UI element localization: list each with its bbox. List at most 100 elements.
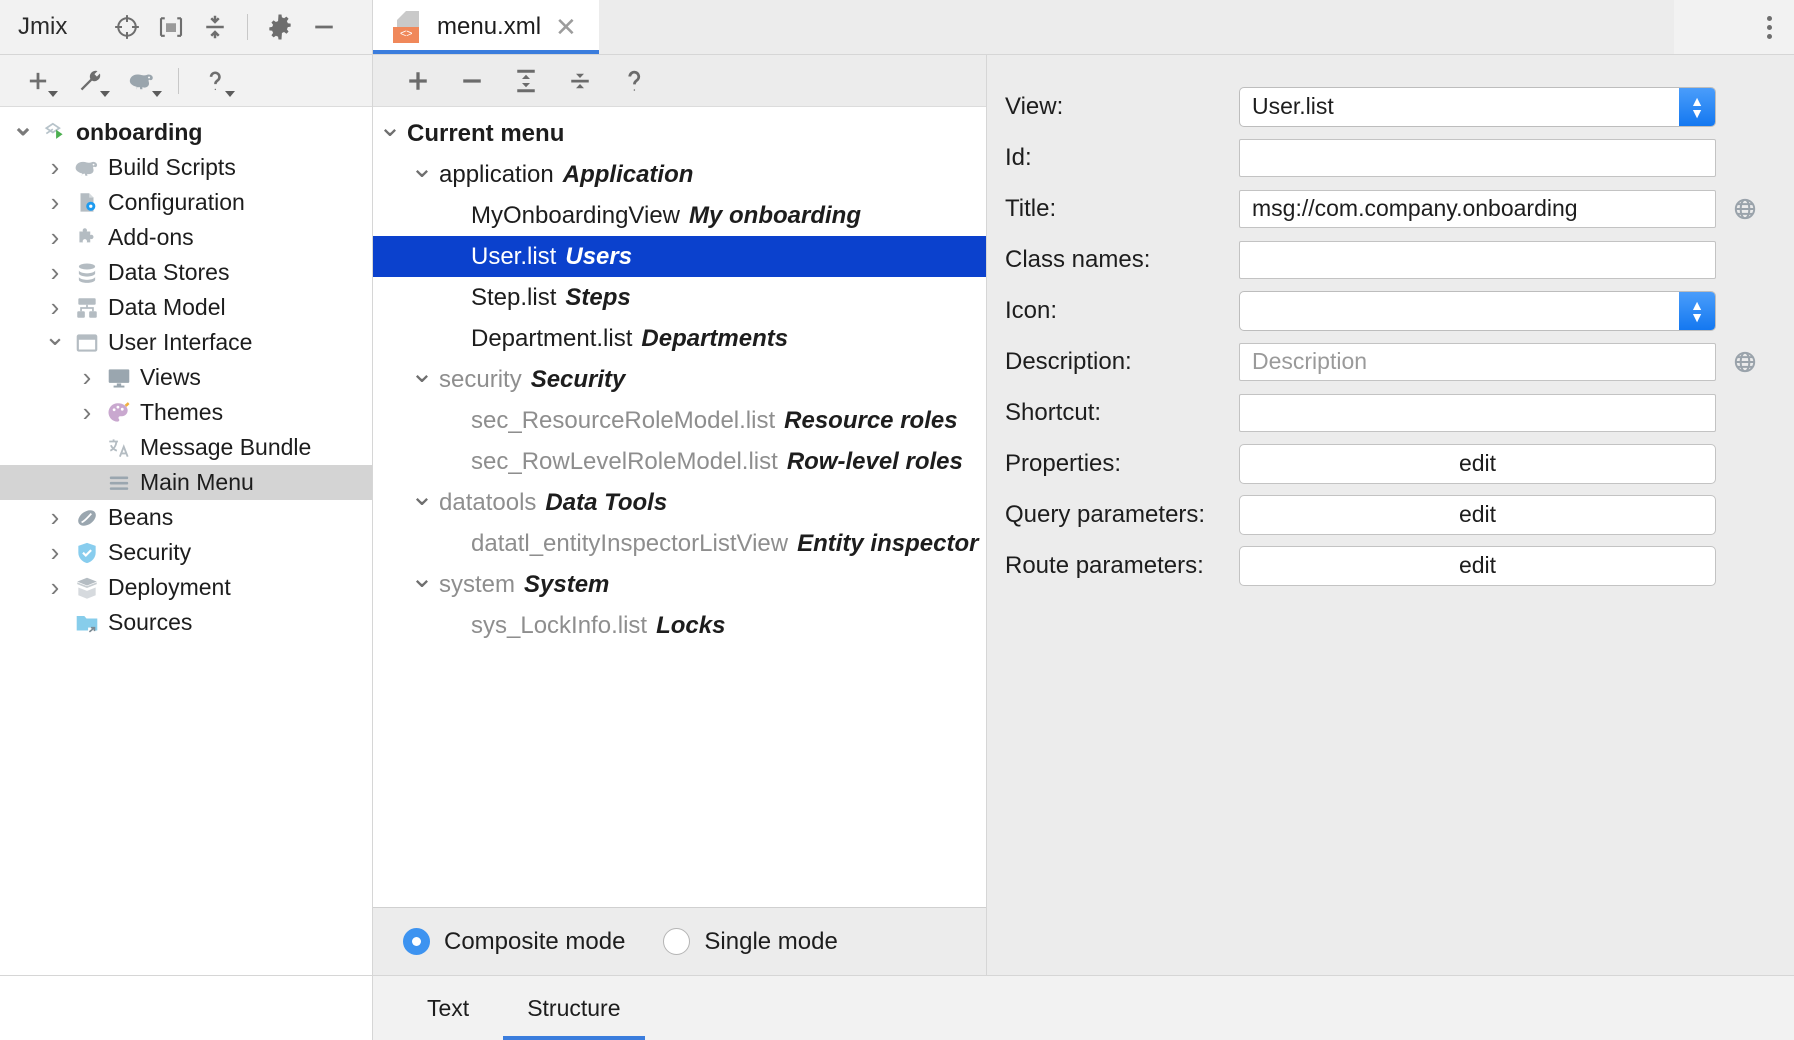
chevron-down-icon[interactable] <box>48 90 58 97</box>
project-tree[interactable]: onboarding Build Scripts Configuration Add-… <box>0 107 372 975</box>
menu-tree-item-sec-resourcerolemodel-list[interactable]: sec_ResourceRoleModel.list Resource roles <box>373 400 986 441</box>
shortcut-input[interactable] <box>1239 393 1716 432</box>
globe-icon[interactable] <box>1726 196 1764 222</box>
tab-menu-xml[interactable]: <> menu.xml ✕ <box>373 0 599 54</box>
chevron-right-icon[interactable] <box>72 397 102 428</box>
bottom-tab-text[interactable]: Text <box>403 976 493 1040</box>
gradle-elephant-icon[interactable] <box>116 57 168 105</box>
menu-tree-item-sys-lockinfo-list[interactable]: sys_LockInfo.list Locks <box>373 605 986 646</box>
wrench-icon[interactable] <box>64 57 116 105</box>
project-tree-item-security[interactable]: Security <box>0 535 372 570</box>
package-icon <box>70 575 104 601</box>
tab-title: menu.xml <box>437 13 542 40</box>
chevron-right-icon[interactable] <box>40 152 70 183</box>
project-tree-item-sources[interactable]: Sources <box>0 605 372 640</box>
chevron-down-icon[interactable] <box>100 90 110 97</box>
icon-combo[interactable]: ▲ ▼ <box>1239 290 1716 331</box>
project-tree-item-beans[interactable]: Beans <box>0 500 372 535</box>
chevron-down-icon[interactable] <box>405 568 439 601</box>
chevron-down-icon[interactable] <box>373 117 407 150</box>
project-tree-item-onboarding[interactable]: onboarding <box>0 115 372 150</box>
chevron-down-icon[interactable] <box>8 117 38 148</box>
expand-all-icon[interactable] <box>499 58 553 104</box>
project-tree-item-add-ons[interactable]: Add-ons <box>0 220 372 255</box>
radio-indicator-single[interactable] <box>663 928 691 955</box>
menu-item-caption: Data Tools <box>545 488 668 516</box>
menu-tree-item-application[interactable]: application Application <box>373 154 986 195</box>
menu-tree-item-step-list[interactable]: Step.list Steps <box>373 277 986 318</box>
chevron-right-icon[interactable] <box>40 537 70 568</box>
project-tree-item-data-model[interactable]: Data Model <box>0 290 372 325</box>
add-icon[interactable] <box>12 57 64 105</box>
menu-tree-item-security[interactable]: security Security <box>373 359 986 400</box>
menu-tree-item-system[interactable]: system System <box>373 564 986 605</box>
project-tree-item-configuration[interactable]: Configuration <box>0 185 372 220</box>
chevron-right-icon[interactable] <box>40 572 70 603</box>
query-parameters-edit-button[interactable]: edit <box>1239 494 1716 535</box>
title-input[interactable]: msg://com.company.onboarding <box>1239 189 1716 228</box>
chevron-down-icon[interactable] <box>152 90 162 97</box>
chevron-updown-icon[interactable]: ▲ ▼ <box>1679 87 1715 126</box>
chevron-down-icon[interactable] <box>405 486 439 519</box>
menu-tree-item-user-list[interactable]: User.list Users <box>373 236 986 277</box>
label-icon: Icon: <box>1005 296 1058 324</box>
menu-tree-item-sec-rowlevelrolemodel-list[interactable]: sec_RowLevelRoleModel.list Row-level role… <box>373 441 986 482</box>
folder-bracket-icon[interactable] <box>149 5 193 49</box>
gear-icon[interactable] <box>258 5 302 49</box>
target-icon[interactable] <box>105 5 149 49</box>
remove-icon[interactable] <box>445 58 499 104</box>
bottom-tab-list[interactable]: Text Structure <box>373 976 645 1040</box>
id-input[interactable] <box>1239 138 1716 177</box>
field-row-shortcut: Shortcut: <box>1005 387 1764 438</box>
properties-edit-button[interactable]: edit <box>1239 443 1716 484</box>
project-tree-item-user-interface[interactable]: User Interface <box>0 325 372 360</box>
close-icon[interactable]: ✕ <box>555 14 577 40</box>
icon-combo-value <box>1240 292 1679 330</box>
more-options-icon[interactable] <box>1767 15 1772 39</box>
chevron-down-icon[interactable] <box>225 90 235 97</box>
minimize-icon[interactable] <box>302 5 346 49</box>
menu-tree[interactable]: Current menu application Application MyOnbo… <box>373 107 986 907</box>
add-icon[interactable] <box>391 58 445 104</box>
project-tree-item-deployment[interactable]: Deployment <box>0 570 372 605</box>
project-tree-item-build-scripts[interactable]: Build Scripts <box>0 150 372 185</box>
view-combo[interactable]: User.list ▲ ▼ <box>1239 86 1716 127</box>
help-icon[interactable] <box>189 57 241 105</box>
chevron-down-icon[interactable] <box>405 158 439 191</box>
radio-composite-mode[interactable]: Composite mode <box>403 928 625 956</box>
chevron-right-icon[interactable] <box>40 502 70 533</box>
menu-tree-item-myonboardingview[interactable]: MyOnboardingView My onboarding <box>373 195 986 236</box>
field-row-class-names: Class names: <box>1005 234 1764 285</box>
chevron-right-icon[interactable] <box>72 362 102 393</box>
chevron-updown-icon[interactable]: ▲ ▼ <box>1679 291 1715 330</box>
project-tree-item-themes[interactable]: Themes <box>0 395 372 430</box>
help-icon[interactable] <box>607 58 661 104</box>
configuration-icon <box>70 190 104 216</box>
menu-tree-item-datatools[interactable]: datatools Data Tools <box>373 482 986 523</box>
radio-single-mode[interactable]: Single mode <box>663 928 838 956</box>
menu-tree-item-datatl-entityinspectorlistview[interactable]: datatl_entityInspectorListView Entity ins… <box>373 523 986 564</box>
collapse-all-icon[interactable] <box>193 5 237 49</box>
menu-tree-item-department-list[interactable]: Department.list Departments <box>373 318 986 359</box>
chevron-down-icon[interactable] <box>405 363 439 396</box>
radio-indicator-composite[interactable] <box>403 928 430 955</box>
menu-tree-item-current-menu[interactable]: Current menu <box>373 113 986 154</box>
project-tree-item-data-stores[interactable]: Data Stores <box>0 255 372 290</box>
menu-item-caption: Security <box>530 365 626 393</box>
chevron-right-icon[interactable] <box>40 222 70 253</box>
collapse-all-icon[interactable] <box>553 58 607 104</box>
radio-label-composite: Composite mode <box>444 927 626 955</box>
chevron-right-icon[interactable] <box>40 187 70 218</box>
route-parameters-edit-button[interactable]: edit <box>1239 545 1716 586</box>
chevron-right-icon[interactable] <box>40 292 70 323</box>
project-tree-item-main-menu[interactable]: Main Menu <box>0 465 372 500</box>
toolbar-divider <box>178 67 179 94</box>
project-tree-item-message-bundle[interactable]: Message Bundle <box>0 430 372 465</box>
description-input[interactable]: Description <box>1239 342 1716 381</box>
chevron-right-icon[interactable] <box>40 257 70 288</box>
bottom-tab-structure[interactable]: Structure <box>503 976 645 1040</box>
class-names-input[interactable] <box>1239 240 1716 279</box>
globe-icon[interactable] <box>1726 349 1764 375</box>
chevron-down-icon[interactable] <box>40 327 70 358</box>
project-tree-item-views[interactable]: Views <box>0 360 372 395</box>
